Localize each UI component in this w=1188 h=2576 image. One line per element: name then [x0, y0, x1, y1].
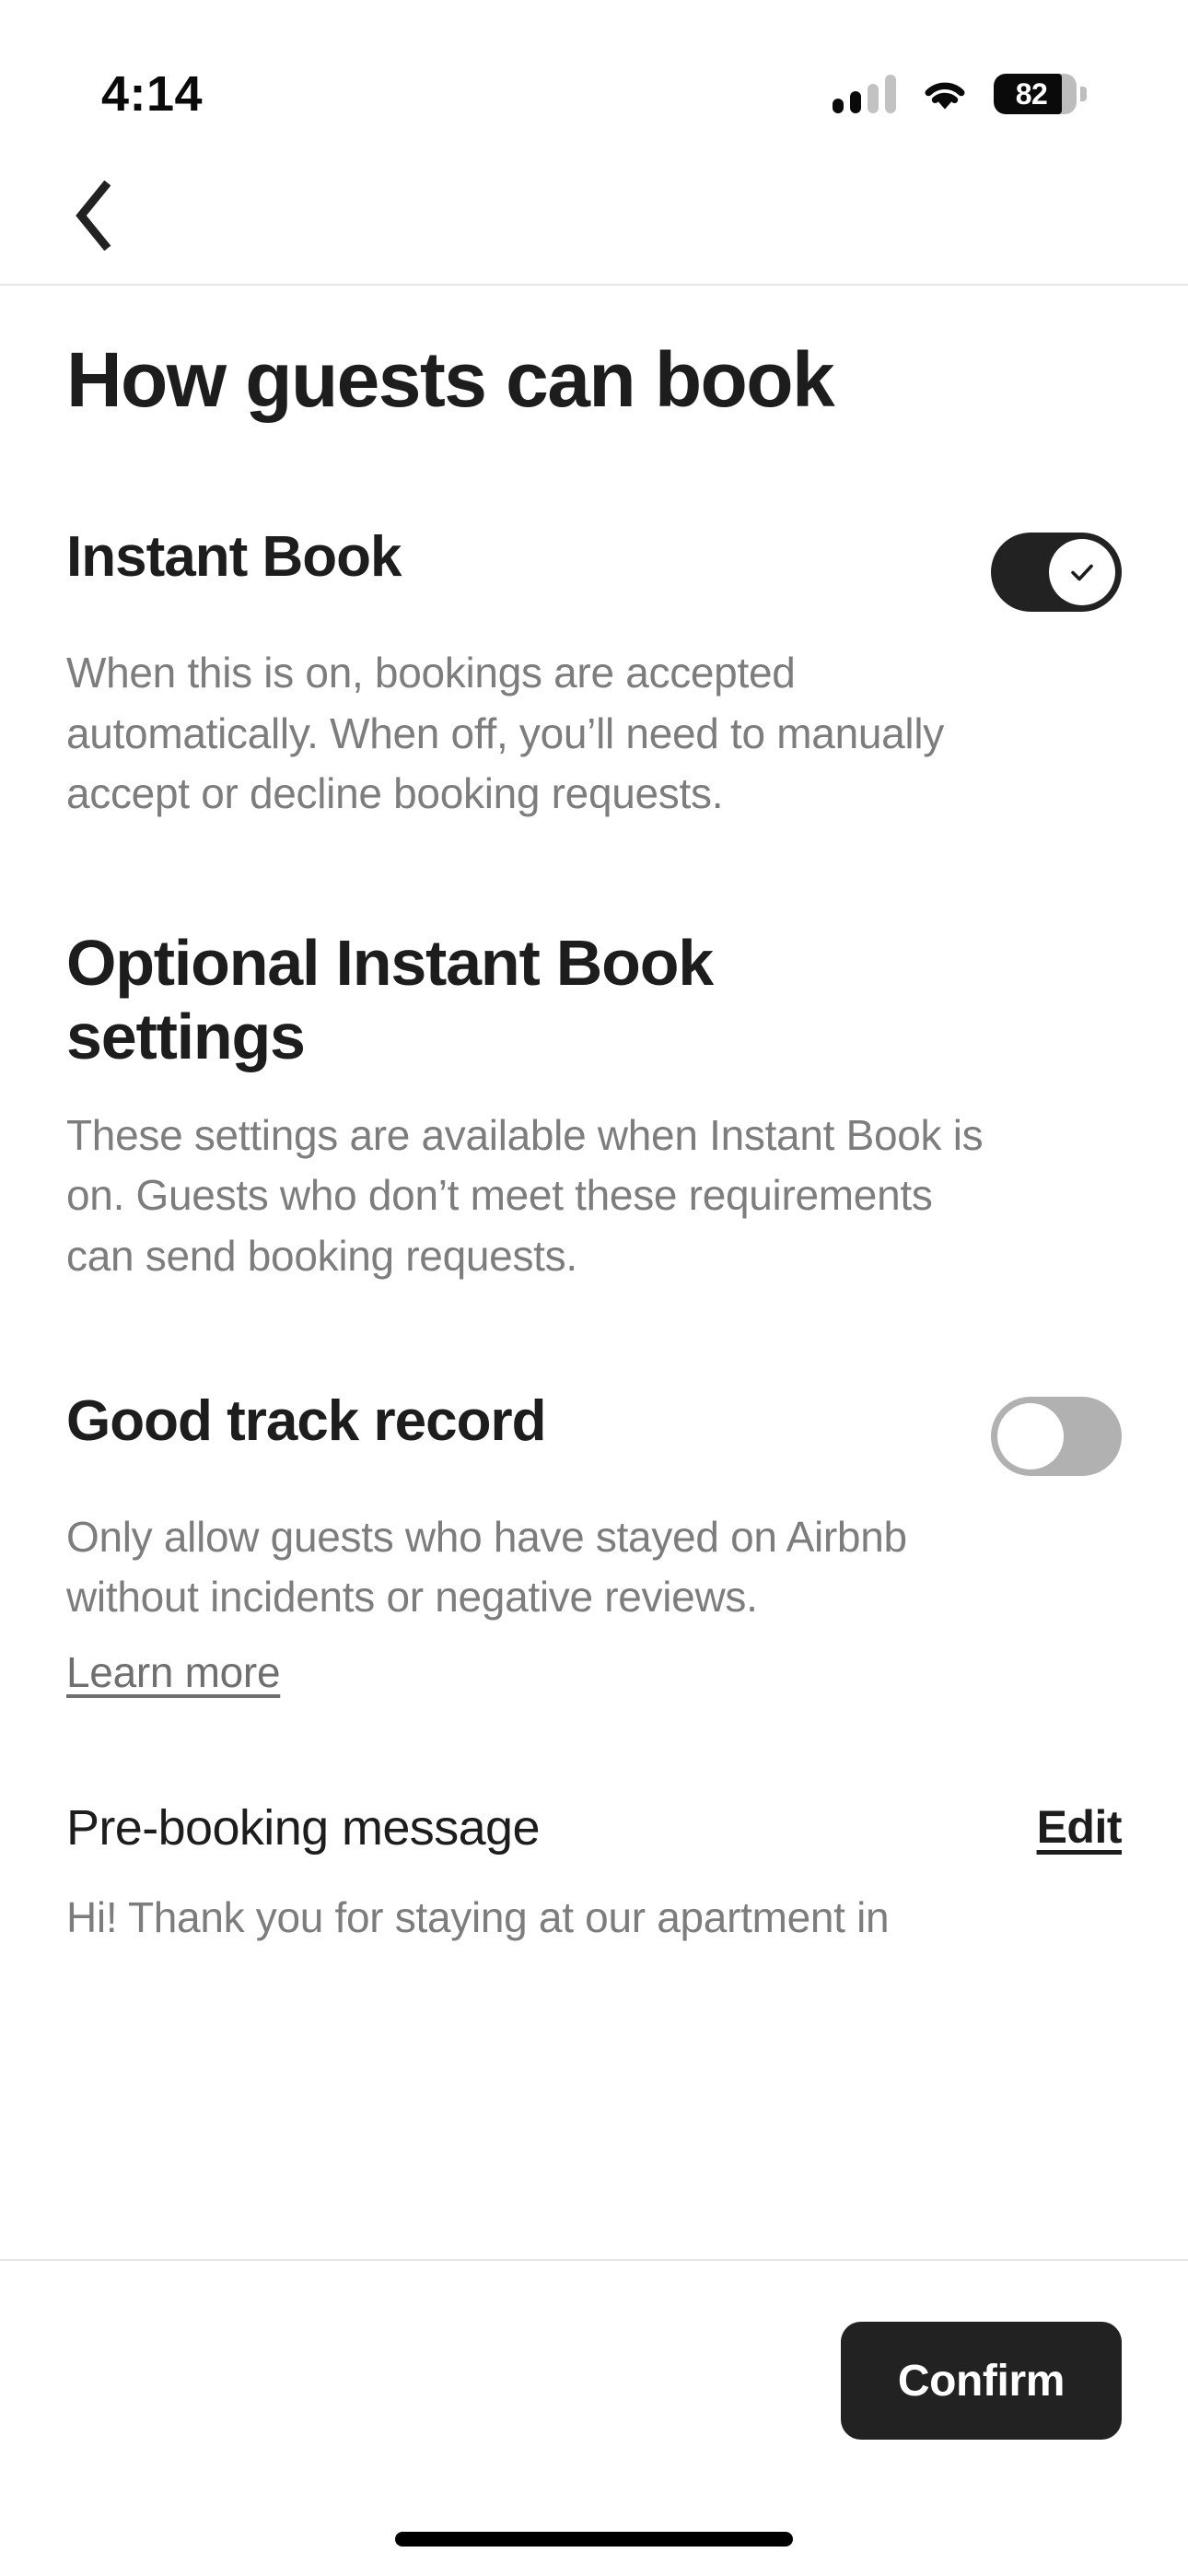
status-bar-time: 4:14	[101, 66, 204, 122]
instant-book-row: Instant Book	[66, 525, 1122, 613]
wifi-icon	[925, 82, 965, 110]
status-bar: 4:14 82	[0, 0, 1188, 147]
good-track-record-title: Good track record	[66, 1388, 546, 1453]
cellular-signal-icon	[833, 75, 896, 113]
nav-header	[0, 147, 1188, 286]
good-track-record-row: Good track record	[66, 1389, 1122, 1476]
back-button[interactable]	[53, 176, 133, 255]
toggle-knob	[1049, 539, 1115, 606]
home-indicator[interactable]	[395, 2532, 793, 2547]
status-bar-icons: 82	[833, 74, 1087, 114]
confirm-button[interactable]: Confirm	[840, 2322, 1122, 2440]
instant-book-toggle[interactable]	[991, 533, 1122, 613]
good-track-record-description: Only allow guests who have stayed on Air…	[66, 1512, 907, 1622]
chevron-left-icon	[76, 181, 111, 251]
page-title: How guests can book	[66, 336, 835, 423]
toggle-knob	[997, 1402, 1064, 1469]
instant-book-description: When this is on, bookings are accepted a…	[66, 649, 944, 818]
optional-settings-description: These settings are available when Instan…	[66, 1110, 984, 1280]
optional-settings-heading: Optional Instant Book settings	[66, 927, 714, 1073]
check-icon	[1071, 565, 1093, 581]
settings-scroll-area[interactable]: How guests can book Instant Book When th…	[0, 287, 1188, 2259]
battery-icon: 82	[994, 74, 1087, 114]
battery-percent-label: 82	[1015, 76, 1048, 111]
pre-booking-message-row: Pre-booking message Edit	[66, 1800, 1123, 1856]
optional-settings-section: Optional Instant Book settings These set…	[66, 927, 1122, 1286]
learn-more-link[interactable]: Learn more	[66, 1647, 281, 1697]
pre-booking-message-title: Pre-booking message	[66, 1800, 540, 1856]
phone-screen: 4:14 82 How guests can book Instant Book…	[0, 0, 1188, 2576]
instant-book-section: Instant Book When this is on, bookings a…	[66, 525, 1122, 824]
good-track-record-section: Good track record Only allow guests who …	[66, 1389, 1122, 1698]
pre-booking-message-preview: Hi! Thank you for staying at our apartme…	[66, 1892, 890, 1941]
pre-booking-message-section: Pre-booking message Edit Hi! Thank you f…	[66, 1800, 1123, 1948]
good-track-record-toggle[interactable]	[991, 1396, 1122, 1476]
edit-pre-booking-message-link[interactable]: Edit	[1037, 1800, 1123, 1854]
instant-book-title: Instant Book	[66, 525, 402, 590]
footer-bar: Confirm	[0, 2259, 1188, 2576]
